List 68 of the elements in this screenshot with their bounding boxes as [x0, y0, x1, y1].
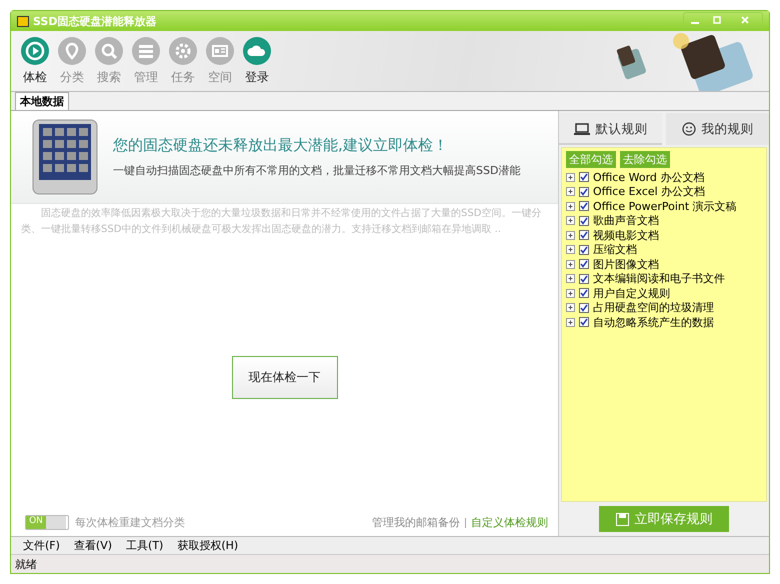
maximize-icon — [713, 16, 721, 24]
toolbar-button[interactable]: 体检 — [21, 36, 49, 86]
rule-label: 歌曲声音文档 — [593, 213, 659, 228]
gear-icon — [169, 36, 197, 64]
checkbox[interactable] — [579, 201, 589, 212]
location-pin-icon — [58, 36, 86, 64]
expand-icon[interactable] — [566, 187, 575, 196]
rule-label: Office Word 办公文档 — [593, 170, 704, 185]
checkbox[interactable] — [579, 274, 589, 284]
expand-icon[interactable] — [566, 230, 575, 240]
app-icon — [17, 16, 29, 26]
expand-icon[interactable] — [566, 260, 575, 269]
save-rules-button[interactable]: 立即保存规则 — [599, 506, 729, 532]
tab[interactable]: 本地数据 — [15, 92, 69, 110]
checkbox[interactable] — [579, 186, 589, 197]
rules-tab[interactable]: 我的规则 — [666, 113, 769, 145]
toolbar-button[interactable]: 登录 — [243, 36, 271, 86]
cloud-icon — [243, 36, 271, 64]
window-title: SSD固态硬盘潜能释放器 — [33, 14, 158, 28]
id-card-icon — [206, 36, 234, 64]
link[interactable]: 管理我的邮箱备份 — [372, 515, 460, 530]
expand-icon[interactable] — [566, 245, 575, 254]
search-icon — [95, 36, 123, 64]
description-text: 固态硬盘的效率降低因素极大取决于您的大量垃圾数据和日常并不经常使用的文件占据了大量的SSD空间。一键分类、一键批量转移SSD中的文件到机械硬盘可极大发挥出固态硬盘的潜力。支持迁移文档到邮箱在异地调取 .. — [20, 206, 542, 237]
play-icon — [21, 36, 49, 64]
checkbox[interactable] — [579, 216, 589, 226]
menu-item[interactable]: 查看(V) — [74, 538, 112, 553]
rule-label: Office PowerPoint 演示文稿 — [593, 198, 737, 214]
expand-icon[interactable] — [566, 216, 575, 226]
ssd-drive-icon — [31, 118, 99, 196]
checkbox[interactable] — [579, 317, 589, 328]
close-icon — [741, 16, 749, 24]
checkbox[interactable] — [579, 288, 589, 298]
checkbox[interactable] — [579, 302, 589, 313]
menu-item[interactable]: 获取授权(H) — [177, 538, 238, 553]
banner-headline: 您的固态硬盘还未释放出最大潜能,建议立即体检！ — [113, 136, 449, 155]
list-icon — [132, 36, 160, 64]
checkbox[interactable] — [579, 259, 589, 270]
rule-label: 视频电影文档 — [593, 228, 659, 243]
expand-icon[interactable] — [566, 172, 575, 182]
laptop-icon — [574, 122, 590, 136]
checkbox[interactable] — [579, 244, 589, 255]
banner-subtitle: 一键自动扫描固态硬盘中所有不常用的文档，批量迁移不常用文档大幅提高SSD潜能 — [113, 163, 520, 178]
rule-label: 压缩文档 — [593, 242, 637, 258]
select-action-button[interactable]: 全部勾选 — [566, 151, 616, 168]
toggle-switch[interactable]: ON — [25, 515, 69, 530]
select-action-button[interactable]: 去除勾选 — [620, 151, 670, 168]
rule-label: 文本编辑阅读和电子书文件 — [593, 271, 725, 286]
expand-icon[interactable] — [566, 303, 575, 312]
rule-label: Office Excel 办公文档 — [593, 184, 706, 200]
expand-icon[interactable] — [566, 318, 575, 327]
rule-label: 用户自定义规则 — [593, 286, 670, 301]
menu-item[interactable]: 文件(F) — [23, 538, 60, 553]
rule-label: 自动忽略系统产生的数据 — [593, 314, 714, 330]
toggle-label: 每次体检重建文档分类 — [75, 515, 185, 530]
menu-item[interactable]: 工具(T) — [126, 538, 164, 553]
expand-icon[interactable] — [566, 274, 575, 284]
rule-label: 占用硬盘空间的垃圾清理 — [593, 300, 714, 316]
rules-tab[interactable]: 默认规则 — [559, 113, 662, 145]
link[interactable]: 自定义体检规则 — [471, 515, 548, 530]
expand-icon[interactable] — [566, 288, 575, 298]
check-now-button[interactable]: 现在体检一下 — [232, 356, 338, 399]
status-text: 就绪 — [15, 556, 37, 572]
rule-label: 图片图像文档 — [593, 256, 659, 272]
expand-icon[interactable] — [566, 202, 575, 211]
smiley-icon — [682, 122, 696, 136]
checkbox[interactable] — [579, 172, 589, 182]
checkbox[interactable] — [579, 230, 589, 240]
